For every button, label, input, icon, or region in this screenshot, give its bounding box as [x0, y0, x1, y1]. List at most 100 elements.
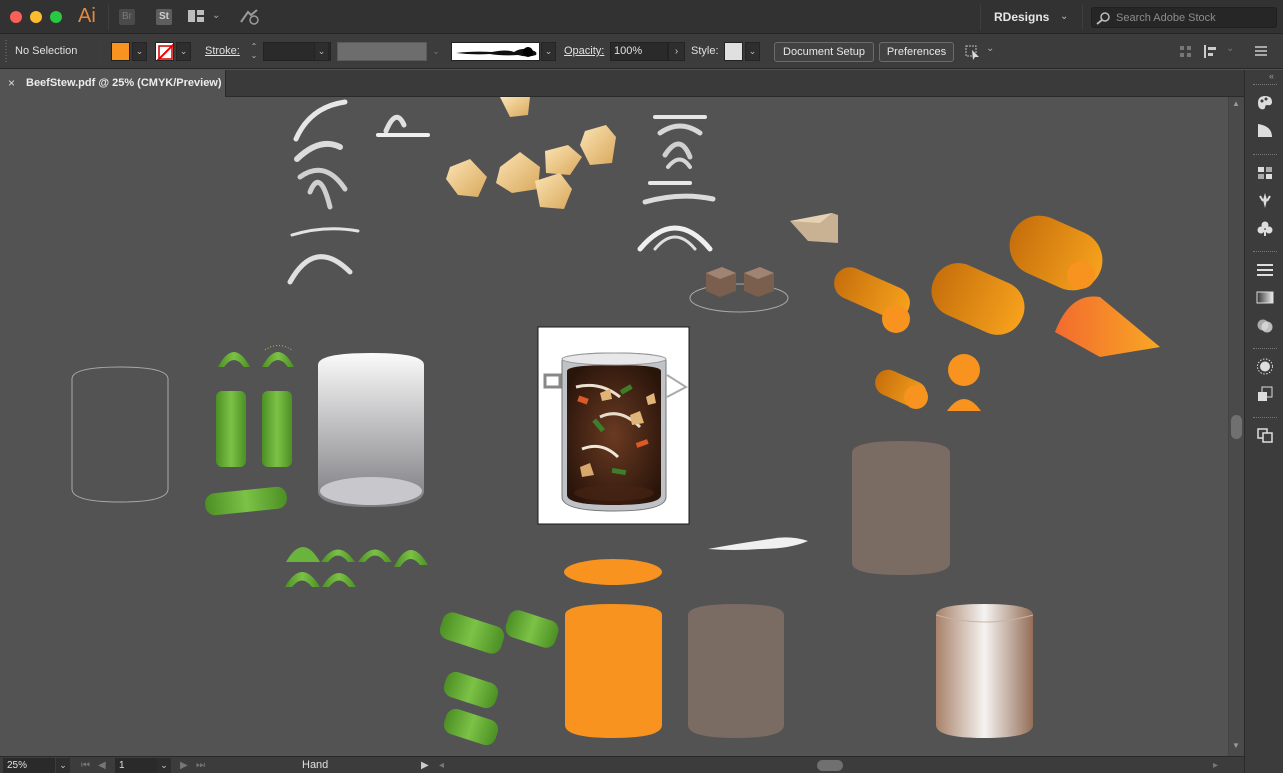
graphic-styles-icon[interactable]	[1256, 386, 1274, 403]
scroll-up-icon[interactable]: ▲	[1232, 99, 1240, 108]
scroll-down-icon[interactable]: ▼	[1232, 741, 1240, 750]
next-artboard-icon[interactable]: ▶	[180, 758, 188, 773]
brushes-icon[interactable]	[1256, 192, 1274, 209]
fill-dropdown[interactable]: ⌄	[132, 42, 147, 61]
brush-dropdown[interactable]: ⌄	[541, 42, 556, 61]
current-tool-status: Hand	[302, 759, 329, 771]
close-icon[interactable]: ×	[8, 76, 15, 90]
artboard-dropdown[interactable]: ⌄	[157, 758, 171, 773]
appearance-icon[interactable]	[1256, 358, 1274, 375]
preferences-button[interactable]: Preferences	[879, 42, 954, 62]
illustrator-window: Ai Br St ⌄ RDesigns ⌄ No Selection ⌄	[0, 0, 1283, 773]
divider	[100, 38, 101, 64]
horizontal-scroll-thumb[interactable]	[817, 760, 843, 771]
document-tab-title: BeefStew.pdf @ 25% (CMYK/Preview)	[26, 77, 222, 89]
gradient-icon[interactable]	[1256, 289, 1274, 306]
arrange-documents-icon[interactable]	[188, 10, 204, 22]
vertical-scroll-thumb[interactable]	[1231, 415, 1242, 439]
carrot-cylinder-orange[interactable]	[564, 559, 662, 738]
search-icon	[1096, 12, 1110, 25]
layers-icon[interactable]	[1256, 427, 1274, 444]
status-bar: 25% ⌄ ⏮ ◀ 1 ⌄ ▶ ⏭ Hand ▶ ◂ ▸	[0, 756, 1244, 773]
stew-cylinder-brown-2[interactable]	[688, 604, 784, 738]
scroll-left-icon[interactable]: ◂	[439, 758, 444, 773]
steam-brush-stroke[interactable]	[708, 537, 808, 550]
window-close-button[interactable]	[10, 11, 22, 23]
window-maximize-button[interactable]	[50, 11, 62, 23]
previous-artboard-icon[interactable]: ◀	[98, 758, 106, 773]
brush-stroke-preview	[456, 47, 537, 57]
search-input[interactable]	[1116, 10, 1274, 26]
style-dropdown[interactable]: ⌄	[745, 42, 760, 61]
pot-cylinder-copper[interactable]	[935, 604, 1034, 738]
color-guide-icon[interactable]	[1256, 122, 1274, 139]
beef-cubes[interactable]	[689, 213, 838, 313]
tab-beefstew-document[interactable]: × BeefStew.pdf @ 25% (CMYK/Preview)	[0, 70, 226, 97]
chevron-down-icon[interactable]: ⌄	[429, 42, 443, 61]
gpu-performance-icon[interactable]	[239, 8, 261, 26]
style-label: Style:	[691, 45, 719, 57]
chevron-down-icon[interactable]: ⌄	[986, 43, 994, 54]
horizontal-scrollbar[interactable]: ◂ ▸	[435, 758, 1225, 773]
zoom-dropdown[interactable]: ⌄	[56, 758, 70, 773]
chevron-down-icon[interactable]: ⌄	[1226, 43, 1234, 54]
chevron-down-icon[interactable]: ⌄	[1060, 11, 1068, 22]
potato-chunks[interactable]	[446, 97, 616, 209]
adobe-stock-search[interactable]	[1091, 7, 1277, 28]
scroll-right-icon[interactable]: ▸	[1213, 758, 1218, 773]
status-menu-icon[interactable]: ▶	[421, 758, 429, 773]
pot-cylinder-outline[interactable]	[71, 366, 169, 503]
opacity-label[interactable]: Opacity:	[564, 45, 604, 57]
align-grid-icon[interactable]	[1177, 43, 1195, 60]
panel-grip[interactable]	[1253, 154, 1277, 157]
chevron-down-icon[interactable]: ⌄	[212, 10, 220, 21]
panel-grip[interactable]	[1253, 417, 1277, 420]
document-setup-button[interactable]: Document Setup	[774, 42, 874, 62]
artboard-canvas[interactable]	[0, 97, 1228, 756]
stroke-icon[interactable]	[1256, 261, 1274, 278]
symbols-icon[interactable]	[1256, 220, 1274, 237]
onion-slices-right[interactable]	[637, 115, 716, 252]
graphic-style-swatch[interactable]	[724, 42, 743, 61]
brush-definition[interactable]	[451, 42, 540, 61]
fill-color-swatch[interactable]	[111, 42, 130, 61]
bridge-button[interactable]: Br	[119, 9, 135, 25]
stew-pot-artboard[interactable]	[537, 326, 690, 525]
divider	[108, 4, 109, 30]
stroke-color-swatch[interactable]	[155, 42, 174, 61]
first-artboard-icon[interactable]: ⏮	[81, 758, 90, 773]
stroke-dropdown[interactable]: ⌄	[176, 42, 191, 61]
panel-grip-icon[interactable]	[4, 40, 8, 64]
artboard-number-field[interactable]: 1	[115, 758, 157, 773]
stroke-label[interactable]: Stroke:	[205, 45, 240, 57]
vertical-scrollbar[interactable]: ▲ ▼	[1228, 97, 1244, 756]
color-icon[interactable]	[1256, 94, 1274, 111]
select-similar-icon[interactable]	[963, 43, 981, 60]
divider	[980, 4, 981, 30]
transparency-icon[interactable]	[1256, 317, 1274, 334]
panel-dock: «	[1244, 70, 1283, 773]
panel-menu-icon[interactable]	[1252, 43, 1270, 60]
onion-slices-left[interactable]	[287, 99, 430, 285]
workspace-switcher[interactable]: RDesigns	[994, 10, 1049, 24]
stroke-weight-stepper[interactable]: ⌃ ⌄	[247, 42, 261, 61]
window-minimize-button[interactable]	[30, 11, 42, 23]
panel-grip[interactable]	[1253, 84, 1277, 87]
swatches-icon[interactable]	[1256, 164, 1274, 181]
zoom-level-field[interactable]: 25%	[3, 758, 55, 773]
chevron-right-icon[interactable]: ›	[668, 42, 685, 61]
none-stroke-icon	[156, 43, 173, 60]
pot-cylinder-silver[interactable]	[318, 353, 424, 507]
align-options-icon[interactable]	[1202, 43, 1220, 60]
panel-grip[interactable]	[1253, 348, 1277, 351]
stew-cylinder-brown[interactable]	[852, 441, 950, 575]
opacity-field[interactable]: 100%	[610, 42, 668, 61]
last-artboard-icon[interactable]: ⏭	[196, 758, 205, 773]
stock-button[interactable]: St	[156, 9, 172, 25]
carrot-pieces[interactable]	[829, 206, 1160, 411]
collapse-panels-icon[interactable]: «	[1269, 71, 1274, 81]
panel-grip[interactable]	[1253, 251, 1277, 254]
variable-width-profile[interactable]	[337, 42, 427, 61]
title-bar: Ai Br St ⌄ RDesigns ⌄	[0, 0, 1283, 34]
stroke-weight-dropdown[interactable]: ⌄	[314, 42, 329, 61]
